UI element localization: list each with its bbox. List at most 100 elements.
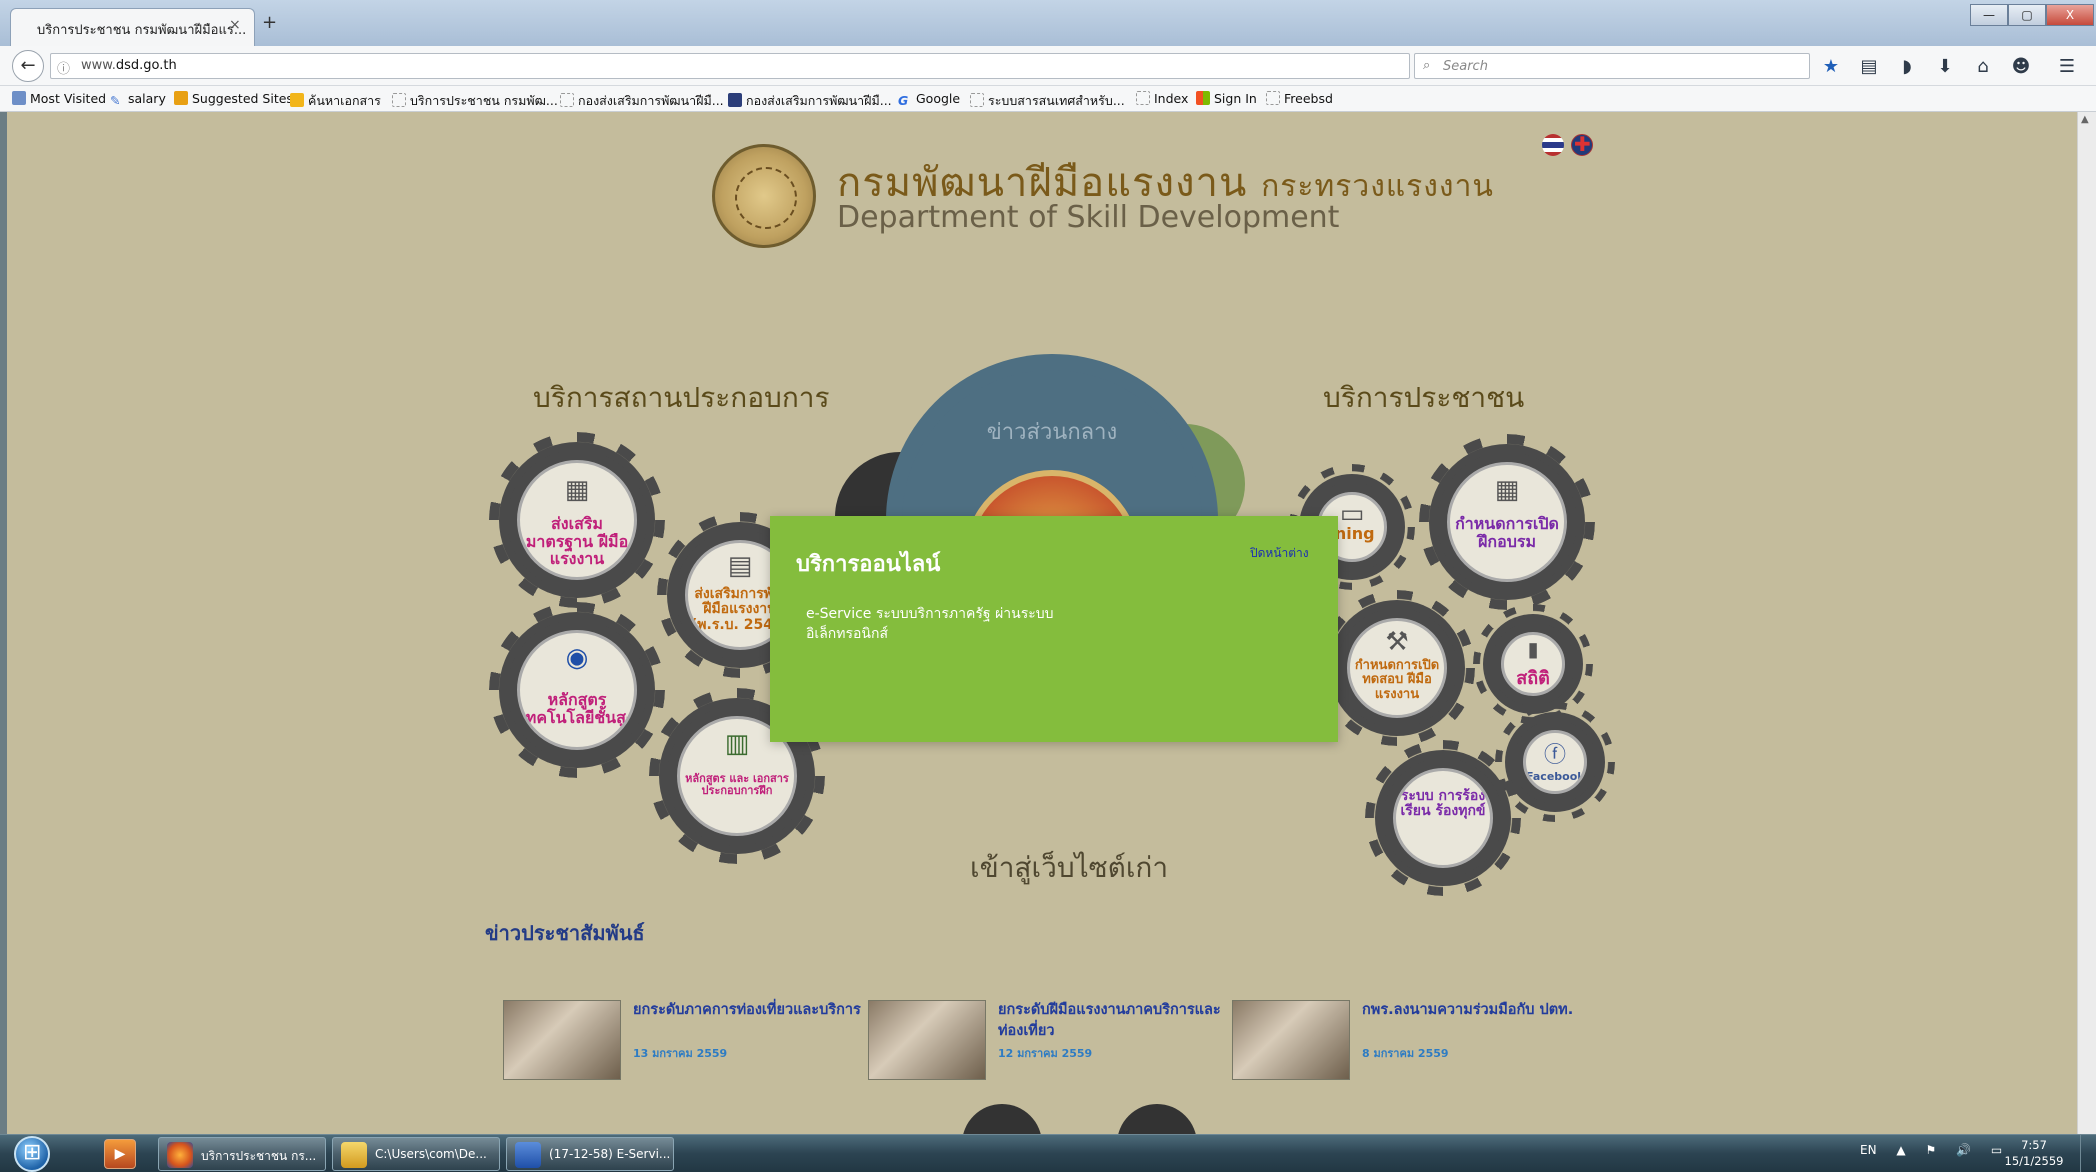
tray-expand-icon[interactable]: ▲ <box>1896 1143 1905 1157</box>
scroll-up-icon[interactable]: ▲ <box>2081 114 2089 125</box>
e-service-link[interactable]: e-Service ระบบบริการภาครัฐ ผ่านระบบ อิเล… <box>806 604 1066 645</box>
clock-time: 7:57 <box>2021 1138 2047 1152</box>
clock[interactable]: 7:57 15/1/2559 <box>2000 1138 2068 1169</box>
media-player-icon[interactable]: ▶ <box>104 1139 136 1169</box>
bookmark-item[interactable]: Index <box>1136 91 1188 106</box>
volume-icon[interactable]: 🔊 <box>1956 1143 1971 1157</box>
facebook-icon: ⓕ <box>1543 743 1567 768</box>
search-placeholder: Search <box>1443 59 1488 74</box>
news-thumbnail[interactable] <box>1232 1000 1350 1080</box>
news-thumbnail[interactable] <box>868 1000 986 1080</box>
language-indicator[interactable]: EN <box>1860 1143 1877 1157</box>
windows-taskbar: ▶ บริการประชาชน กร... C:\Users\com\De...… <box>0 1134 2096 1172</box>
business-services-title: บริการสถานประกอบการ <box>533 381 830 414</box>
action-center-icon[interactable]: ⚑ <box>1925 1143 1936 1157</box>
bookmark-item[interactable]: Suggested Sites <box>174 91 293 106</box>
bookmark-item[interactable]: กองส่งเสริมการพัฒนาฝีมื... <box>560 91 724 111</box>
word-icon <box>515 1142 541 1168</box>
bookmark-item[interactable]: ค้นหาเอกสาร <box>290 91 381 111</box>
globe-icon: ◉ <box>565 643 589 673</box>
url-text: www.dsd.go.th <box>81 58 177 73</box>
bookmark-item[interactable]: กองส่งเสริมการพัฒนาฝีมื... <box>728 91 892 111</box>
gear-skill-standards[interactable]: ▦ ส่งเสริมมาตรฐาน ฝีมือแรงงาน <box>507 450 647 590</box>
bottom-gear-decoration <box>1117 1104 1197 1134</box>
dsd-emblem-logo <box>712 144 816 248</box>
popup-title: บริการออนไลน์ <box>796 552 941 577</box>
tab-close-icon[interactable]: × <box>229 17 241 33</box>
search-box[interactable]: ⌕ Search <box>1414 53 1810 79</box>
back-arrow-icon: ← <box>20 55 36 76</box>
public-services-title: บริการประชาชน <box>1323 381 1525 414</box>
taskbar-item-firefox[interactable]: บริการประชาชน กร... <box>158 1137 326 1171</box>
bookmark-item[interactable]: Sign In <box>1196 91 1257 106</box>
news-date: 8 มกราคม 2559 <box>1362 1047 1449 1060</box>
gear-training-schedule[interactable]: ▦ กำหนดการเปิด ฝึกอบรม <box>1437 452 1577 592</box>
taskbar-item-explorer[interactable]: C:\Users\com\De... <box>332 1137 500 1171</box>
show-desktop-button[interactable] <box>2080 1135 2096 1172</box>
page-scrollbar[interactable]: ▲ <box>2077 112 2096 1134</box>
chalkboard-icon: ▥ <box>724 729 750 759</box>
news-item[interactable]: กพร.ลงนามความร่วมมือกับ ปตท. 8 มกราคม 25… <box>1232 1000 1602 1082</box>
news-section-title: ข่าวประชาสัมพันธ์ <box>485 921 645 945</box>
close-window-button[interactable]: X <box>2046 4 2094 26</box>
news-thumbnail[interactable] <box>503 1000 621 1080</box>
browser-titlebar: บริการประชาชน กรมพัฒนาฝีมือแร... × + — ▢… <box>0 0 2096 46</box>
window-controls: — ▢ X <box>1970 4 2094 26</box>
bookmarks-menu-icon[interactable]: ▤ <box>1856 56 1882 77</box>
bookmark-item[interactable]: ระบบสารสนเทศสำหรับ... <box>970 91 1125 111</box>
search-icon: ⌕ <box>1423 58 1431 73</box>
pocket-icon[interactable]: ◗ <box>1894 56 1920 77</box>
gear-statistics[interactable]: ▮ สถิติ <box>1491 622 1575 706</box>
menu-icon[interactable]: ☰ <box>2054 56 2080 77</box>
navigation-toolbar: ← ⓘ www.dsd.go.th ↻ ⌕ Search ★ ▤ ◗ ⬇ ⌂ ☻… <box>0 46 2096 86</box>
book-icon: ▤ <box>727 551 753 581</box>
news-date: 13 มกราคม 2559 <box>633 1047 728 1060</box>
system-tray: EN ▲ ⚑ 🔊 ▭ <box>1860 1143 2018 1157</box>
clock-date: 15/1/2559 <box>2004 1153 2064 1168</box>
tab-title: บริการประชาชน กรมพัฒนาฝีมือแร... <box>37 23 247 38</box>
bookmark-item[interactable]: Most Visited <box>12 91 106 106</box>
gear-high-tech-courses[interactable]: ◉ หลักสูตร เทคโนโลยีชั้นสูง <box>507 620 647 760</box>
tools-icon: ⚒ <box>1385 627 1409 657</box>
document-icon: ▦ <box>564 475 590 505</box>
news-item[interactable]: ยกระดับฝีมือแรงงานภาคบริการและท่องเที่ยว… <box>868 1000 1238 1082</box>
downloads-icon[interactable]: ⬇ <box>1932 56 1958 77</box>
home-icon[interactable]: ⌂ <box>1970 56 1996 77</box>
maximize-button[interactable]: ▢ <box>2008 4 2046 26</box>
new-tab-button[interactable]: + <box>262 12 277 33</box>
firefox-icon <box>167 1142 193 1168</box>
bookmark-star-icon[interactable]: ★ <box>1818 56 1844 77</box>
bar-chart-icon: ▮ <box>1527 637 1539 661</box>
bookmark-item[interactable]: Freebsd <box>1266 91 1333 106</box>
bookmark-item[interactable]: G Google <box>898 91 960 108</box>
url-domain: dsd.go.th <box>115 58 177 73</box>
online-services-popup: บริการออนไลน์ ปิดหน้าต่าง e-Service ระบบ… <box>770 516 1338 742</box>
central-news-label: ข่าวส่วนกลาง <box>986 420 1118 445</box>
news-headline[interactable]: ยกระดับฝีมือแรงงานภาคบริการและท่องเที่ยว <box>998 1000 1238 1042</box>
back-button[interactable]: ← <box>12 50 44 82</box>
news-headline[interactable]: ยกระดับภาคการท่องเที่ยวและบริการ <box>633 1000 873 1021</box>
bottom-gear-decoration <box>962 1104 1042 1134</box>
calendar-icon: ▦ <box>1494 475 1520 505</box>
start-button[interactable] <box>14 1136 50 1172</box>
taskbar-item-word[interactable]: (17-12-58) E-Servi... <box>506 1137 674 1171</box>
gear-facebook[interactable]: ⓕ Facebook <box>1513 720 1597 804</box>
bookmark-item[interactable]: ✎ salary <box>110 91 166 108</box>
minimize-button[interactable]: — <box>1970 4 2008 26</box>
bookmarks-toolbar: Most Visited ✎ salary Suggested Sites ค้น… <box>0 86 2096 112</box>
popup-close-link[interactable]: ปิดหน้าต่าง <box>1250 544 1309 563</box>
thai-flag-icon[interactable] <box>1542 134 1564 156</box>
old-website-link[interactable]: เข้าสู่เว็บไซต์เก่า <box>970 846 1168 890</box>
gear-test-schedule[interactable]: ⚒ กำหนดการเปิด ทดสอบ ฝีมือแรงงาน <box>1337 608 1457 728</box>
site-identity-icon[interactable]: ⓘ <box>57 58 70 77</box>
news-item[interactable]: ยกระดับภาคการท่องเที่ยวและบริการ 13 มกรา… <box>503 1000 873 1082</box>
news-date: 12 มกราคม 2559 <box>998 1047 1093 1060</box>
uk-flag-icon[interactable] <box>1571 132 1593 156</box>
gear-complaint-system[interactable]: ระบบ การร้องเรียน ร้องทุกข์ <box>1383 758 1503 878</box>
bookmark-item[interactable]: บริการประชาชน กรมพัฒ... <box>392 91 558 111</box>
chat-icon[interactable]: ☻ <box>2008 56 2034 77</box>
news-headline[interactable]: กพร.ลงนามความร่วมมือกับ ปตท. <box>1362 1000 1602 1021</box>
folder-icon <box>341 1142 367 1168</box>
address-bar[interactable]: ⓘ www.dsd.go.th ↻ <box>50 53 1441 79</box>
browser-tab[interactable]: บริการประชาชน กรมพัฒนาฝีมือแร... × <box>10 8 255 46</box>
